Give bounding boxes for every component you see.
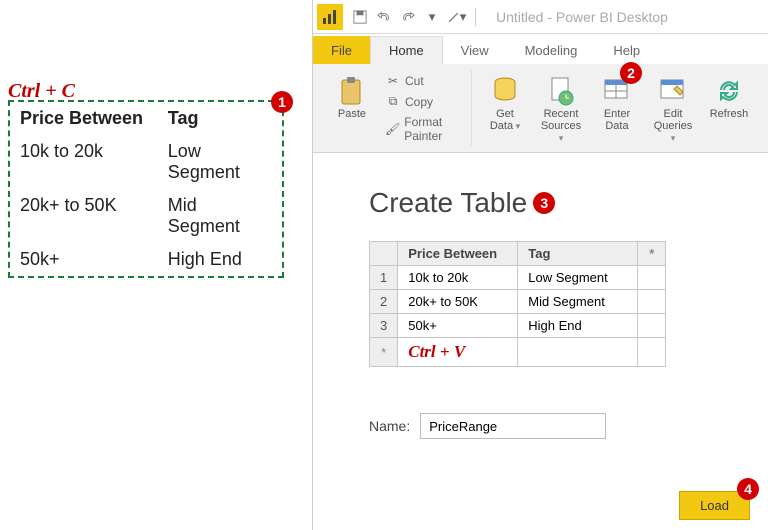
grid-col-star[interactable]: * — [638, 242, 666, 266]
table-row: 2 20k+ to 50K Mid Segment — [370, 290, 666, 314]
table-row-new: * Ctrl + V — [370, 338, 666, 367]
document-clock-icon — [548, 74, 574, 108]
tab-home[interactable]: Home — [370, 36, 443, 64]
qat-more-icon[interactable]: ▾ — [421, 6, 443, 28]
powerbi-window: ▾ ▾ Untitled - Power BI Desktop File Hom… — [312, 0, 768, 530]
copy-icon: ⧉ — [385, 94, 401, 109]
col-header-tag: Tag — [158, 102, 282, 135]
tab-file[interactable]: File — [313, 36, 370, 64]
enter-data-button[interactable]: 2 Enter Data — [590, 70, 644, 146]
format-painter-button[interactable]: 🖌Format Painter — [381, 113, 465, 145]
powerbi-logo-icon — [317, 4, 343, 30]
refresh-button[interactable]: Refresh — [702, 70, 756, 146]
recent-sources-button[interactable]: Recent Sources — [534, 70, 588, 146]
table-name-input[interactable] — [420, 413, 606, 439]
create-table-heading: Create Table — [369, 187, 527, 219]
badge-4: 4 — [737, 478, 759, 500]
grid-col-price[interactable]: Price Between — [398, 242, 518, 266]
col-header-price: Price Between — [10, 102, 158, 135]
cell: 50k+ — [10, 243, 158, 276]
qat-redo-icon[interactable] — [397, 6, 419, 28]
tab-modeling[interactable]: Modeling — [507, 37, 596, 64]
copy-button[interactable]: ⧉Copy — [381, 92, 465, 111]
cell: 10k to 20k — [10, 135, 158, 189]
get-data-button[interactable]: Get Data — [478, 70, 532, 146]
name-label: Name: — [369, 418, 410, 434]
cut-button[interactable]: ✂Cut — [381, 72, 465, 90]
clipboard-icon — [338, 74, 366, 108]
table-pencil-icon — [659, 74, 687, 108]
grid-col-tag[interactable]: Tag — [518, 242, 638, 266]
qat-save-icon[interactable] — [349, 6, 371, 28]
quick-access-toolbar: ▾ ▾ — [349, 6, 467, 28]
dialog-body: Create Table 3 Price Between Tag * 1 10k… — [313, 153, 768, 530]
qat-brush-icon[interactable]: ▾ — [445, 6, 467, 28]
edit-queries-button[interactable]: Edit Queries — [646, 70, 700, 146]
table-row: 3 50k+ High End — [370, 314, 666, 338]
cell: Mid Segment — [158, 189, 282, 243]
badge-2: 2 — [620, 62, 642, 84]
tab-view[interactable]: View — [443, 37, 507, 64]
tab-help[interactable]: Help — [595, 37, 658, 64]
table-row: 1 10k to 20k Low Segment — [370, 266, 666, 290]
badge-3: 3 — [533, 192, 555, 214]
paste-button[interactable]: Paste — [325, 70, 379, 145]
window-title: Untitled - Power BI Desktop — [496, 9, 668, 25]
cell: Low Segment — [158, 135, 282, 189]
excel-selection: 1 Price Between Tag 10k to 20k Low Segme… — [8, 100, 284, 278]
cell: High End — [158, 243, 282, 276]
load-button[interactable]: Load 4 — [679, 491, 750, 520]
cell: 20k+ to 50K — [10, 189, 158, 243]
qat-undo-icon[interactable] — [373, 6, 395, 28]
ribbon-tabs: File Home View Modeling Help — [313, 34, 768, 64]
brush-icon: 🖌 — [385, 122, 400, 136]
refresh-icon — [716, 74, 742, 108]
create-table-grid[interactable]: Price Between Tag * 1 10k to 20k Low Seg… — [369, 241, 666, 367]
database-icon — [492, 74, 518, 108]
ctrl-v-annotation: Ctrl + V — [408, 342, 465, 361]
scissors-icon: ✂ — [385, 74, 401, 88]
title-bar: ▾ ▾ Untitled - Power BI Desktop — [313, 0, 768, 34]
badge-1: 1 — [271, 91, 293, 113]
ribbon: Paste ✂Cut ⧉Copy 🖌Format Painter Get Dat… — [313, 64, 768, 153]
